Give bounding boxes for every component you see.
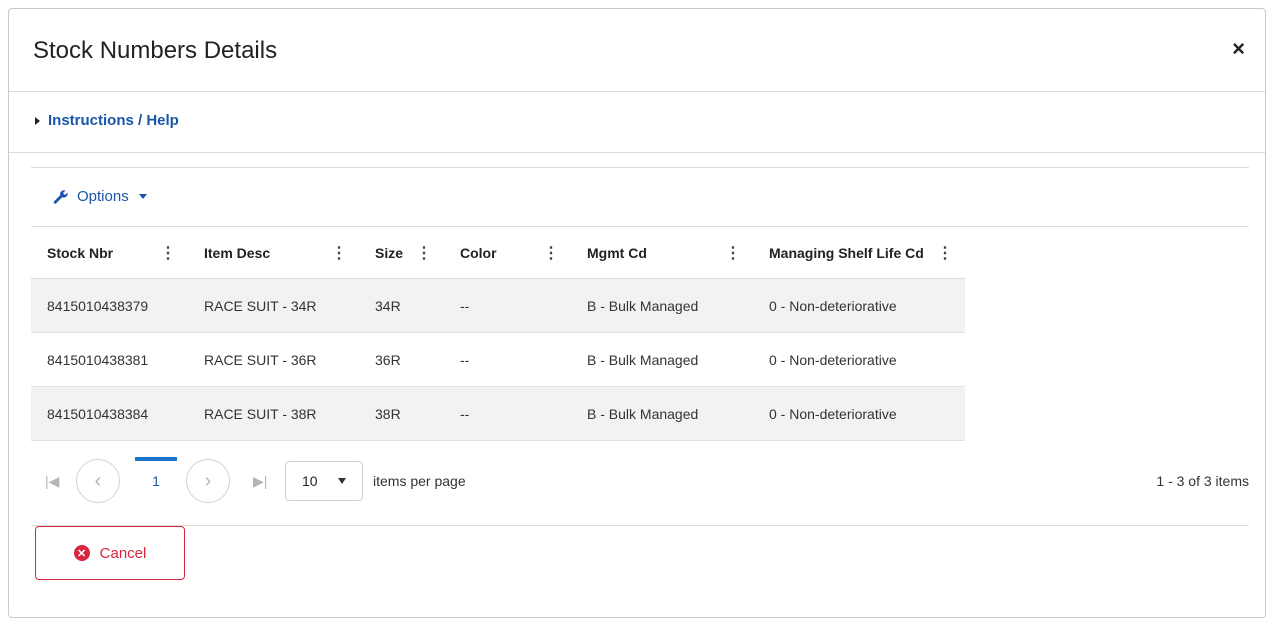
column-menu-icon[interactable]: ⋮	[331, 243, 347, 263]
col-header-stock-nbr[interactable]: Stock Nbr ⋮	[31, 227, 188, 279]
page-size-value: 10	[302, 473, 318, 489]
col-header-size[interactable]: Size ⋮	[359, 227, 444, 279]
next-page-button[interactable]: ›	[186, 459, 230, 503]
close-icon[interactable]: ×	[1232, 37, 1245, 61]
instructions-help-label: Instructions / Help	[48, 112, 179, 129]
cell-color: --	[444, 332, 571, 387]
options-button[interactable]: Options	[53, 188, 147, 205]
cell-size: 36R	[359, 332, 444, 387]
wrench-icon	[53, 189, 68, 204]
column-menu-icon[interactable]: ⋮	[543, 243, 559, 263]
cell-color: --	[444, 278, 571, 333]
page-size-select[interactable]: 10	[285, 461, 363, 501]
instructions-help-toggle[interactable]: Instructions / Help	[35, 112, 179, 129]
table-row[interactable]: 8415010438381 RACE SUIT - 36R 36R -- B -…	[31, 332, 965, 387]
modal-title: Stock Numbers Details	[33, 37, 278, 64]
cell-size: 34R	[359, 278, 444, 333]
cell-stock-nbr: 8415010438384	[31, 386, 188, 441]
last-page-icon[interactable]: ▶|	[253, 473, 267, 490]
cancel-button[interactable]: ✕ Cancel	[35, 526, 185, 580]
page-size-label: items per page	[373, 473, 466, 489]
x-circle-icon: ✕	[73, 545, 90, 561]
cell-item-desc: RACE SUIT - 38R	[188, 386, 359, 441]
dropdown-arrow-icon	[337, 478, 346, 484]
stock-table: Stock Nbr ⋮ Item Desc ⋮ Size ⋮ Color ⋮ Mgmt …	[31, 227, 965, 441]
help-section: Instructions / Help	[9, 92, 1265, 153]
stock-grid: Options Stock Nbr ⋮ Item Desc ⋮ Size ⋮ Colo…	[31, 167, 1249, 526]
cell-mgmt-cd: B - Bulk Managed	[571, 332, 753, 387]
cell-shelf-life-cd: 0 - Non-deteriorative	[753, 332, 965, 387]
modal-header: Stock Numbers Details ×	[9, 9, 1265, 92]
options-label: Options	[77, 188, 129, 205]
grid-toolbar: Options	[31, 168, 1249, 227]
col-header-color[interactable]: Color ⋮	[444, 227, 571, 279]
cell-size: 38R	[359, 386, 444, 441]
page-number-current[interactable]: 1	[135, 457, 177, 505]
prev-page-button[interactable]: ‹	[76, 459, 120, 503]
cell-color: --	[444, 386, 571, 441]
first-page-icon[interactable]: |◀	[45, 473, 59, 490]
item-count: 1 - 3 of 3 items	[1156, 473, 1249, 489]
table-row[interactable]: 8415010438379 RACE SUIT - 34R 34R -- B -…	[31, 278, 965, 333]
table-header-row: Stock Nbr ⋮ Item Desc ⋮ Size ⋮ Color ⋮ Mgmt …	[31, 227, 965, 279]
col-header-mgmt-cd[interactable]: Mgmt Cd ⋮	[571, 227, 753, 279]
pager: |◀ ‹ 1 › ▶| 10 items per page 1 - 3 of 3…	[31, 441, 1249, 526]
col-header-item-desc[interactable]: Item Desc ⋮	[188, 227, 359, 279]
cell-mgmt-cd: B - Bulk Managed	[571, 278, 753, 333]
cell-stock-nbr: 8415010438379	[31, 278, 188, 333]
column-menu-icon[interactable]: ⋮	[725, 243, 741, 263]
stock-numbers-modal: Stock Numbers Details × Instructions / H…	[8, 8, 1266, 618]
column-menu-icon[interactable]: ⋮	[416, 243, 432, 263]
cancel-label: Cancel	[99, 544, 147, 562]
column-menu-icon[interactable]: ⋮	[160, 243, 176, 263]
column-menu-icon[interactable]: ⋮	[937, 243, 953, 263]
cell-mgmt-cd: B - Bulk Managed	[571, 386, 753, 441]
cell-stock-nbr: 8415010438381	[31, 332, 188, 387]
chevron-right-icon: ›	[204, 469, 212, 492]
cell-item-desc: RACE SUIT - 36R	[188, 332, 359, 387]
col-header-shelf-life-cd[interactable]: Managing Shelf Life Cd ⋮	[753, 227, 965, 279]
chevron-left-icon: ‹	[94, 469, 102, 492]
cell-item-desc: RACE SUIT - 34R	[188, 278, 359, 333]
caret-down-icon	[138, 194, 147, 199]
cell-shelf-life-cd: 0 - Non-deteriorative	[753, 278, 965, 333]
table-row[interactable]: 8415010438384 RACE SUIT - 38R 38R -- B -…	[31, 386, 965, 441]
cell-shelf-life-cd: 0 - Non-deteriorative	[753, 386, 965, 441]
caret-right-icon	[35, 116, 40, 125]
